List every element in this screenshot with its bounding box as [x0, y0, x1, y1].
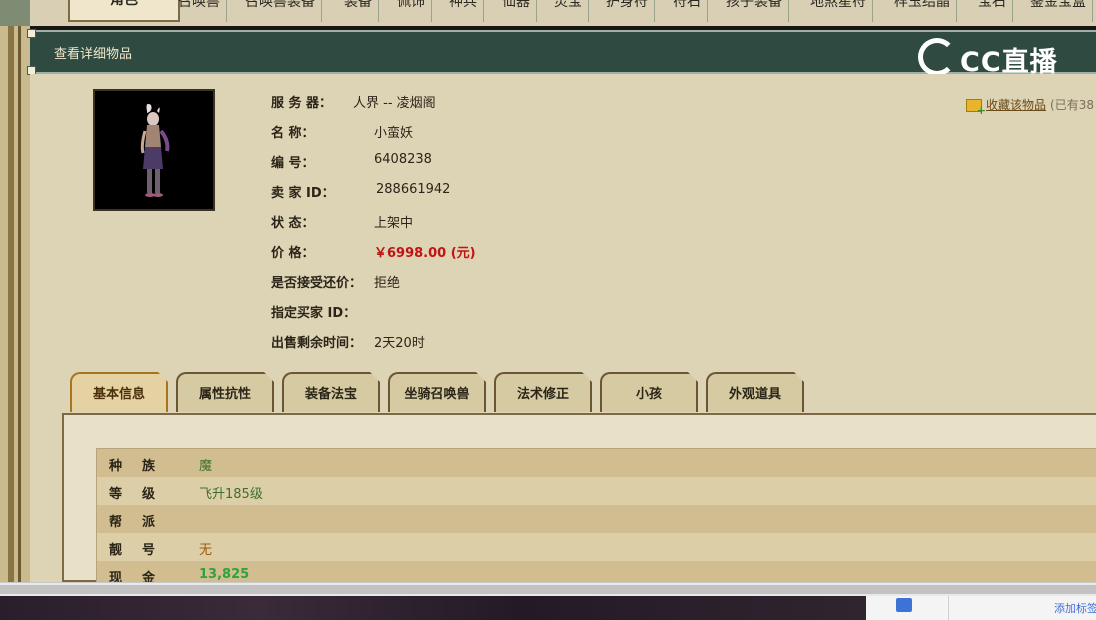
nav-tab-jade-crystal[interactable]: 样玉结晶: [888, 0, 957, 22]
table-row: 种族 魔: [97, 449, 1096, 477]
info-value: 288661942: [376, 182, 451, 197]
nav-tab-accessory[interactable]: 佩饰: [391, 0, 432, 22]
table-row: 帮派: [97, 505, 1096, 533]
attr-value: 无: [199, 543, 213, 558]
divider: [948, 596, 949, 620]
info-label: 指定买家 ID：: [271, 306, 357, 321]
info-label: 价 格：: [271, 246, 315, 261]
price-value: ￥6998.00 (元): [374, 246, 476, 261]
info-value: 人界 -- 凌烟阁: [353, 96, 436, 111]
attr-label: 现金: [109, 571, 176, 582]
bookmark-bar: 添加标签: [866, 596, 1096, 620]
nav-tab-gold-box[interactable]: 鉴金宝盒: [1024, 0, 1093, 22]
info-label: 名 称：: [271, 126, 315, 141]
tab-mount-summon[interactable]: 坐骑召唤兽: [388, 372, 486, 412]
attr-label: 帮派: [109, 515, 176, 530]
info-value: 上架中: [374, 216, 414, 231]
bookmark-app-icon[interactable]: [896, 598, 912, 612]
nav-tab-amulet[interactable]: 护身符: [600, 0, 655, 22]
favorite-item: 收藏该物品 (已有38: [966, 96, 1094, 117]
nav-tab-role[interactable]: 角色: [68, 0, 180, 22]
frame-bar: [18, 26, 21, 582]
attr-label: 种族: [109, 459, 176, 474]
info-label: 卖 家 ID：: [271, 186, 335, 201]
tab-child[interactable]: 小孩: [600, 372, 698, 412]
nav-tab-gem[interactable]: 宝石: [972, 0, 1013, 22]
attr-value: 飞升185级: [199, 487, 263, 502]
favorite-count: (已有38: [1050, 98, 1094, 112]
attr-value: 魔: [199, 459, 213, 474]
horizontal-scrollbar[interactable]: [0, 582, 1096, 597]
top-category-nav: 角色 召唤兽 召唤兽装备 装备 佩饰 神兵 仙器 灵宝 护身符 符石 孩子装备 …: [0, 0, 1096, 26]
scrollbar-thumb[interactable]: [0, 585, 1096, 594]
tab-equipment-treasure[interactable]: 装备法宝: [282, 372, 380, 412]
background-game-scene: [0, 596, 866, 620]
favorite-link[interactable]: 收藏该物品: [986, 98, 1046, 112]
table-row: 现金 13,825: [97, 561, 1096, 582]
corner-ornament: [27, 29, 36, 38]
nav-tab-equip[interactable]: 装备: [338, 0, 379, 22]
nav-tab-child-equip[interactable]: 孩子装备: [720, 0, 789, 22]
nav-tab-rune[interactable]: 符石: [667, 0, 708, 22]
attr-label: 靓号: [109, 543, 176, 558]
info-label: 服 务 器：: [271, 96, 333, 111]
nav-left-decoration: [0, 0, 30, 26]
tab-appearance-props[interactable]: 外观道具: [706, 372, 804, 412]
info-value: 小蛮妖: [374, 126, 414, 141]
attr-value: 13,825: [199, 567, 250, 582]
info-label: 是否接受还价：: [271, 276, 363, 291]
detail-tabs: 基本信息 属性抗性 装备法宝 坐骑召唤兽 法术修正 小孩 外观道具: [70, 372, 1096, 412]
frame-bar: [8, 26, 14, 582]
character-figure-icon: [95, 91, 213, 209]
nav-tab-summon[interactable]: 召唤兽: [172, 0, 227, 22]
info-label: 编 号：: [271, 156, 315, 171]
cc-logo-icon: [918, 38, 956, 76]
nav-tab-immortal-item[interactable]: 仙器: [496, 0, 537, 22]
basic-info-table: 种族 魔 等级 飞升185级 帮派 靓号 无 现金 13,825: [96, 448, 1096, 582]
left-frame-decoration: [0, 26, 30, 582]
info-value: 6408238: [374, 152, 432, 167]
table-row: 等级 飞升185级: [97, 477, 1096, 505]
nav-tab-summon-equip[interactable]: 召唤兽装备: [239, 0, 322, 22]
add-folder-icon: [966, 99, 986, 117]
tab-basic-info[interactable]: 基本信息: [70, 372, 168, 412]
info-label: 状 态：: [271, 216, 315, 231]
page-title: 查看详细物品: [54, 47, 133, 62]
tab-content-panel: 种族 魔 等级 飞升185级 帮派 靓号 无 现金 13,825: [62, 413, 1096, 582]
info-label: 出售剩余时间：: [271, 336, 363, 351]
info-value: 2天20时: [374, 336, 425, 351]
bottom-bar: 添加标签: [0, 582, 1096, 620]
attr-label: 等级: [109, 487, 176, 502]
item-detail-panel: 服 务 器： 人界 -- 凌烟阁 名 称： 小蛮妖 编 号： 6408238 卖…: [30, 74, 1096, 582]
nav-tab-divine-weapon[interactable]: 神兵: [443, 0, 484, 22]
tab-attributes-resistance[interactable]: 属性抗性: [176, 372, 274, 412]
nav-tab-spirit-treasure[interactable]: 灵宝: [548, 0, 589, 22]
info-value: 拒绝: [374, 276, 401, 291]
nav-tab-star-charm[interactable]: 地煞星符: [804, 0, 873, 22]
tab-spell-correction[interactable]: 法术修正: [494, 372, 592, 412]
table-row: 靓号 无: [97, 533, 1096, 561]
character-portrait: [93, 89, 215, 211]
add-bookmark-link[interactable]: 添加标签: [1054, 600, 1096, 616]
